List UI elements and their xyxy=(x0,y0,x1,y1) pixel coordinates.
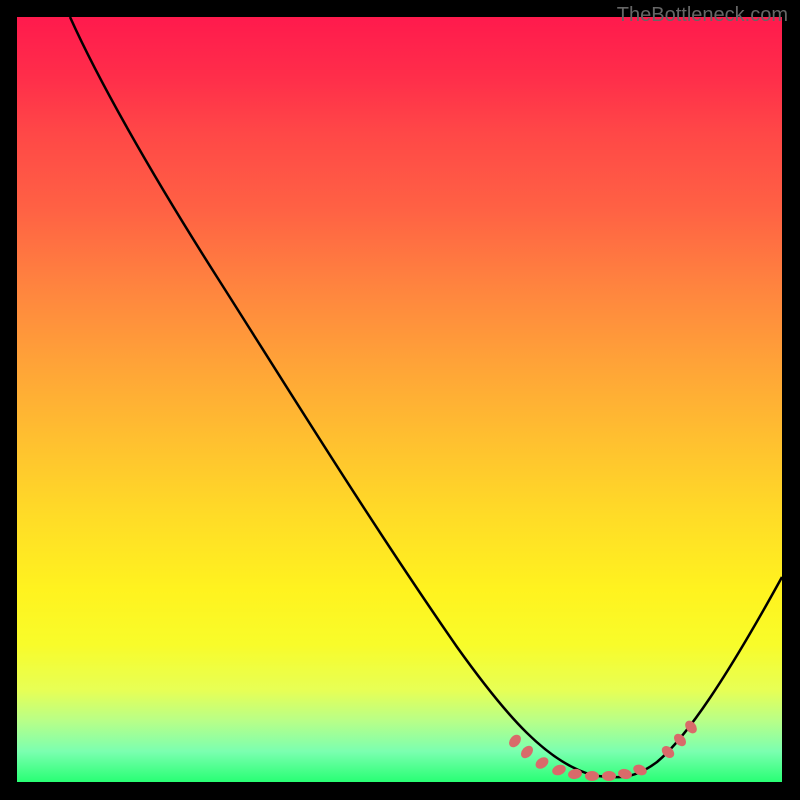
chart-svg xyxy=(17,17,782,782)
attribution-text: TheBottleneck.com xyxy=(617,4,788,27)
optimal-range-dots xyxy=(507,718,700,781)
plot-area xyxy=(17,17,782,782)
bottleneck-curve xyxy=(70,17,782,777)
